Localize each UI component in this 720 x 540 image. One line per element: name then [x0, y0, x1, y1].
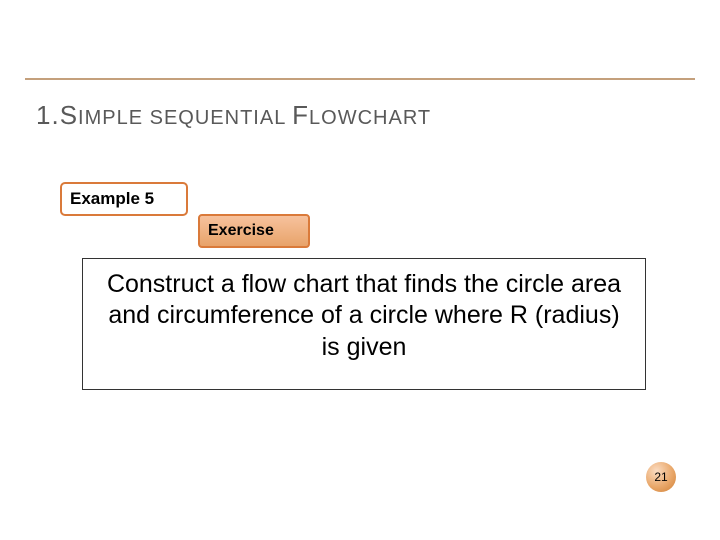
heading-word-sequential: SEQUENTIAL	[150, 107, 286, 129]
heading-word-lowchart: LOWCHART	[309, 107, 431, 129]
heading-number: 1.	[36, 100, 60, 130]
heading-cap-f: F	[292, 100, 309, 130]
slide-page: 1.SIMPLE SEQUENTIAL FLOWCHART Example 5 …	[0, 0, 720, 540]
top-accent-line	[25, 78, 695, 80]
heading-word-simple: IMPLE	[78, 107, 143, 129]
page-number-badge: 21	[646, 462, 676, 492]
page-number: 21	[654, 470, 667, 484]
body-text-box: Construct a flow chart that finds the ci…	[82, 258, 646, 390]
exercise-label-box: Exercise	[198, 214, 310, 248]
heading-cap-s: S	[60, 100, 78, 130]
exercise-label-text: Exercise	[208, 222, 274, 240]
example-label-text: Example 5	[70, 189, 154, 209]
section-heading: 1.SIMPLE SEQUENTIAL FLOWCHART	[36, 100, 431, 131]
body-text: Construct a flow chart that finds the ci…	[105, 269, 623, 363]
example-label-box: Example 5	[60, 182, 188, 216]
